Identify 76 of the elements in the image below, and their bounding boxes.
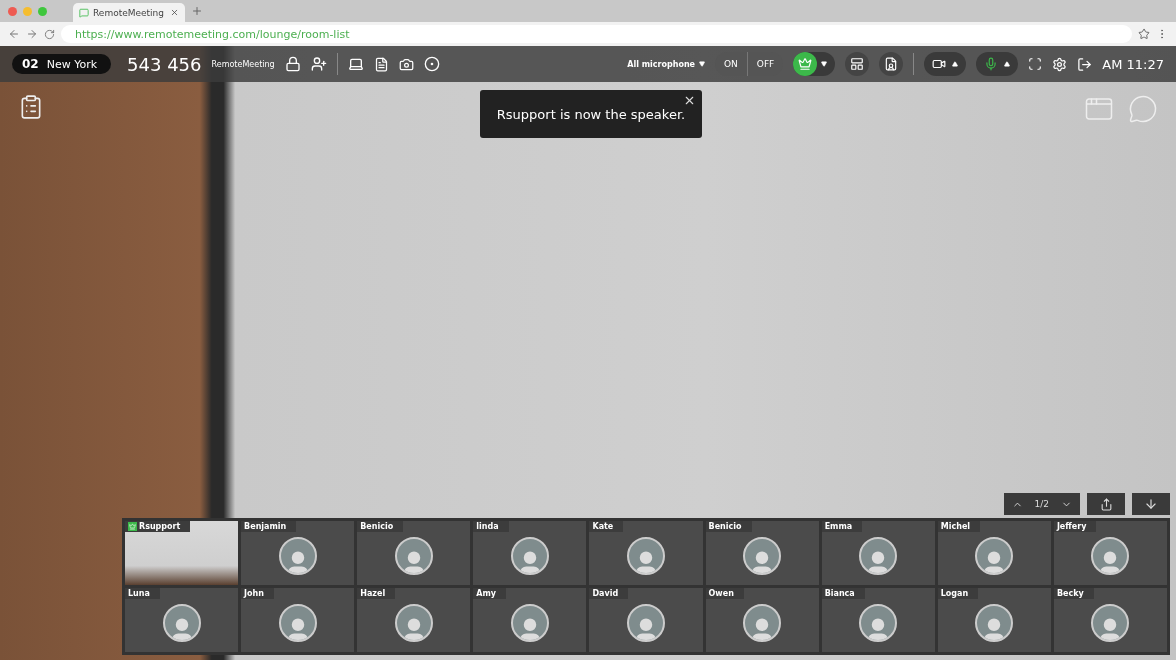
microphone-button[interactable] <box>976 52 1019 76</box>
caret-icon <box>1004 61 1011 67</box>
participant-tile[interactable]: Emma <box>821 521 935 585</box>
participant-tile[interactable]: linda <box>473 521 587 585</box>
participant-name: Bianca <box>821 588 865 599</box>
participant-tile[interactable]: Benjamin <box>241 521 355 585</box>
participant-name: Emma <box>821 521 863 532</box>
participant-tile[interactable]: Logan <box>937 588 1051 652</box>
video-camera-icon <box>932 57 947 71</box>
participant-name: David <box>589 588 629 599</box>
participant-tile[interactable]: Benicio <box>705 521 819 585</box>
participant-tile[interactable]: Benicio <box>357 521 471 585</box>
participant-name: Hazel <box>357 588 396 599</box>
meeting-code: 543 456 <box>127 53 202 75</box>
user-add-icon[interactable] <box>310 56 327 72</box>
participant-tile[interactable]: Luna <box>125 588 239 652</box>
close-tab-icon[interactable] <box>170 8 179 17</box>
speaker-notification: Rsupport is now the speaker. <box>480 90 702 138</box>
participant-name: Benjamin <box>241 521 297 532</box>
participant-name: Michel <box>937 521 981 532</box>
document-user-button[interactable] <box>879 52 904 76</box>
participant-tile[interactable]: Owen <box>705 588 819 652</box>
share-icon <box>1099 497 1113 511</box>
participant-name: linda <box>473 521 509 532</box>
participant-tile[interactable]: Amy <box>473 588 587 652</box>
exit-icon[interactable] <box>1077 56 1093 72</box>
participant-name: Benicio <box>357 521 404 532</box>
close-icon[interactable] <box>683 94 696 107</box>
participant-name: Amy <box>473 588 507 599</box>
document-icon[interactable] <box>373 56 389 72</box>
participant-tile[interactable]: Rsupport <box>125 521 239 585</box>
caret-icon <box>821 61 828 67</box>
participant-tile[interactable]: John <box>241 588 355 652</box>
participant-name: Jeffery <box>1053 521 1097 532</box>
laptop-icon[interactable] <box>347 56 364 72</box>
participant-tile[interactable]: David <box>589 588 703 652</box>
participant-tile[interactable]: Kate <box>589 521 703 585</box>
participant-name: Logan <box>937 588 979 599</box>
share-button[interactable] <box>1087 493 1125 515</box>
caret-icon[interactable] <box>699 61 705 67</box>
participant-name: Becky <box>1053 588 1094 599</box>
download-button[interactable] <box>1132 493 1170 515</box>
page-indicator: 1/2 <box>1034 499 1049 509</box>
crown-icon <box>798 57 813 71</box>
chat-logo-icon <box>79 7 89 18</box>
video-button[interactable] <box>924 52 967 76</box>
reload-icon[interactable] <box>44 28 55 40</box>
app-name: RemoteMeeting <box>211 59 275 69</box>
download-icon <box>1144 497 1158 511</box>
fullscreen-icon[interactable] <box>1028 57 1043 71</box>
participant-tile[interactable]: Jeffery <box>1053 521 1167 585</box>
back-icon[interactable] <box>8 28 20 40</box>
participant-name: Owen <box>705 588 744 599</box>
caret-icon <box>952 61 959 67</box>
participant-name: Rsupport <box>125 521 191 532</box>
microphone-label: All microphone <box>627 59 695 69</box>
participant-name: Luna <box>125 588 160 599</box>
lock-icon[interactable] <box>284 56 301 72</box>
participant-tile[interactable]: Becky <box>1053 588 1167 652</box>
document-user-icon <box>884 57 899 71</box>
speaker-mode-button[interactable] <box>793 52 836 76</box>
layout-icon <box>850 57 865 71</box>
layout-button[interactable] <box>845 52 870 76</box>
browser-tab[interactable]: RemoteMeeting <box>73 3 185 22</box>
participant-tile[interactable]: Hazel <box>357 588 471 652</box>
participant-name: Kate <box>589 521 624 532</box>
participant-name: John <box>241 588 274 599</box>
record-icon[interactable] <box>423 56 440 72</box>
participant-name: Benicio <box>705 521 752 532</box>
settings-icon[interactable] <box>1052 56 1068 72</box>
participant-tile[interactable]: Bianca <box>821 588 935 652</box>
clock-time: AM 11:27 <box>1102 56 1164 72</box>
participant-tile[interactable]: Michel <box>937 521 1051 585</box>
room-badge: 02 New York <box>12 54 112 74</box>
camera-icon[interactable] <box>398 56 414 72</box>
bookmark-star-icon[interactable] <box>1138 28 1150 40</box>
